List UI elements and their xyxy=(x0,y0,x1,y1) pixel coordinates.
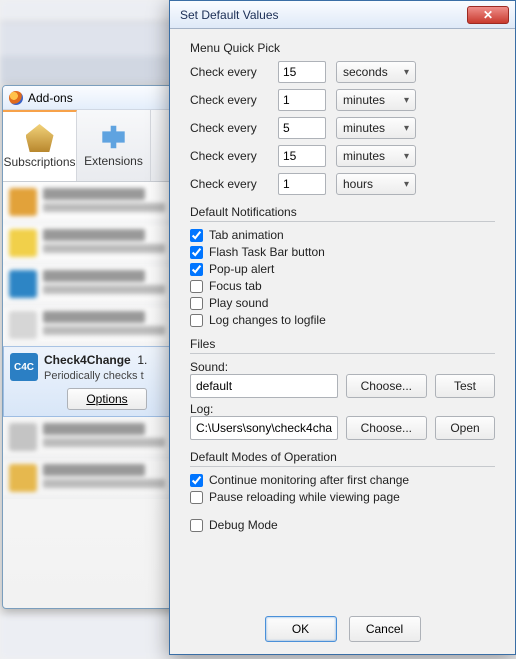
check4change-icon: C4C xyxy=(10,353,38,381)
checkbox-focus-tab[interactable]: Focus tab xyxy=(190,279,495,293)
check-every-label: Check every xyxy=(190,93,268,107)
section-default-modes: Default Modes of Operation xyxy=(190,450,495,467)
firefox-icon xyxy=(9,91,23,105)
checkbox-debug-mode[interactable]: Debug Mode xyxy=(190,518,495,532)
sound-row: Choose... Test xyxy=(190,374,495,398)
checkbox-tab-animation[interactable]: Tab animation xyxy=(190,228,495,242)
list-item[interactable] xyxy=(3,417,177,458)
check-every-label: Check every xyxy=(190,65,268,79)
check-every-unit-3[interactable]: minutes xyxy=(336,145,416,167)
pick-row-2: Check every minutes xyxy=(190,117,495,139)
check-every-label: Check every xyxy=(190,121,268,135)
ok-button[interactable]: OK xyxy=(265,616,337,642)
list-item[interactable] xyxy=(3,458,177,499)
pick-row-1: Check every minutes xyxy=(190,89,495,111)
tab-subscriptions[interactable]: Subscriptions xyxy=(3,110,77,181)
addons-window: Add-ons Subscriptions Extensions C4C Che… xyxy=(2,85,178,609)
addon-list: C4C Check4Change 1. Periodically checks … xyxy=(3,182,177,499)
extensions-icon xyxy=(100,123,128,151)
tab-extensions[interactable]: Extensions xyxy=(77,110,151,181)
subscriptions-icon xyxy=(26,124,54,152)
log-row: Choose... Open xyxy=(190,416,495,440)
checkbox-tab-animation-input[interactable] xyxy=(190,229,203,242)
check-every-unit-1[interactable]: minutes xyxy=(336,89,416,111)
open-log-button[interactable]: Open xyxy=(435,416,495,440)
addons-title: Add-ons xyxy=(28,91,73,105)
checkbox-log-to-file-input[interactable] xyxy=(190,314,203,327)
list-item[interactable] xyxy=(3,182,177,223)
list-item[interactable] xyxy=(3,223,177,264)
pick-row-3: Check every minutes xyxy=(190,145,495,167)
addons-titlebar: Add-ons xyxy=(3,86,177,110)
addon-name: Check4Change 1. xyxy=(44,353,170,367)
pick-row-4: Check every hours xyxy=(190,173,495,195)
check-every-label: Check every xyxy=(190,149,268,163)
check-every-value-1[interactable] xyxy=(278,89,326,111)
checkbox-debug-mode-input[interactable] xyxy=(190,519,203,532)
section-menu-quick-pick: Menu Quick Pick xyxy=(190,41,495,55)
dialog-titlebar: Set Default Values ✕ xyxy=(170,1,515,29)
check-every-value-3[interactable] xyxy=(278,145,326,167)
check-every-value-0[interactable] xyxy=(278,61,326,83)
checkbox-focus-tab-input[interactable] xyxy=(190,280,203,293)
dialog-title: Set Default Values xyxy=(180,8,279,22)
log-label: Log: xyxy=(190,402,495,416)
checkbox-pause-reloading[interactable]: Pause reloading while viewing page xyxy=(190,490,495,504)
checkbox-play-sound-input[interactable] xyxy=(190,297,203,310)
check-every-unit-0[interactable]: seconds xyxy=(336,61,416,83)
pick-row-0: Check every seconds xyxy=(190,61,495,83)
checkbox-flash-taskbar[interactable]: Flash Task Bar button xyxy=(190,245,495,259)
check-every-unit-2[interactable]: minutes xyxy=(336,117,416,139)
addon-desc: Periodically checks t xyxy=(44,370,170,382)
section-files: Files xyxy=(190,337,495,354)
dialog-body: Menu Quick Pick Check every seconds Chec… xyxy=(170,29,515,606)
checkbox-flash-taskbar-input[interactable] xyxy=(190,246,203,259)
check-every-unit-4[interactable]: hours xyxy=(336,173,416,195)
sound-field[interactable] xyxy=(190,374,338,398)
dialog-button-row: OK Cancel xyxy=(170,606,515,654)
checkbox-play-sound[interactable]: Play sound xyxy=(190,296,495,310)
checkbox-log-to-file[interactable]: Log changes to logfile xyxy=(190,313,495,327)
tab-subscriptions-label: Subscriptions xyxy=(3,155,75,169)
check-every-value-2[interactable] xyxy=(278,117,326,139)
test-sound-button[interactable]: Test xyxy=(435,374,495,398)
cancel-button[interactable]: Cancel xyxy=(349,616,421,642)
checkbox-continue-monitoring-input[interactable] xyxy=(190,474,203,487)
log-field[interactable] xyxy=(190,416,338,440)
checkbox-pause-reloading-input[interactable] xyxy=(190,491,203,504)
check-every-value-4[interactable] xyxy=(278,173,326,195)
choose-log-button[interactable]: Choose... xyxy=(346,416,427,440)
check-every-label: Check every xyxy=(190,177,268,191)
choose-sound-button[interactable]: Choose... xyxy=(346,374,427,398)
checkbox-continue-monitoring[interactable]: Continue monitoring after first change xyxy=(190,473,495,487)
section-default-notifications: Default Notifications xyxy=(190,205,495,222)
checkbox-popup-alert-input[interactable] xyxy=(190,263,203,276)
list-item[interactable] xyxy=(3,305,177,346)
options-button[interactable]: Options xyxy=(67,388,146,410)
addons-tabstrip: Subscriptions Extensions xyxy=(3,110,177,182)
set-default-values-dialog: Set Default Values ✕ Menu Quick Pick Che… xyxy=(169,0,516,655)
tab-extensions-label: Extensions xyxy=(84,154,143,168)
list-item[interactable] xyxy=(3,264,177,305)
close-button[interactable]: ✕ xyxy=(467,6,509,24)
sound-label: Sound: xyxy=(190,360,495,374)
close-icon: ✕ xyxy=(483,8,493,22)
checkbox-popup-alert[interactable]: Pop-up alert xyxy=(190,262,495,276)
list-item-check4change[interactable]: C4C Check4Change 1. Periodically checks … xyxy=(3,346,177,417)
